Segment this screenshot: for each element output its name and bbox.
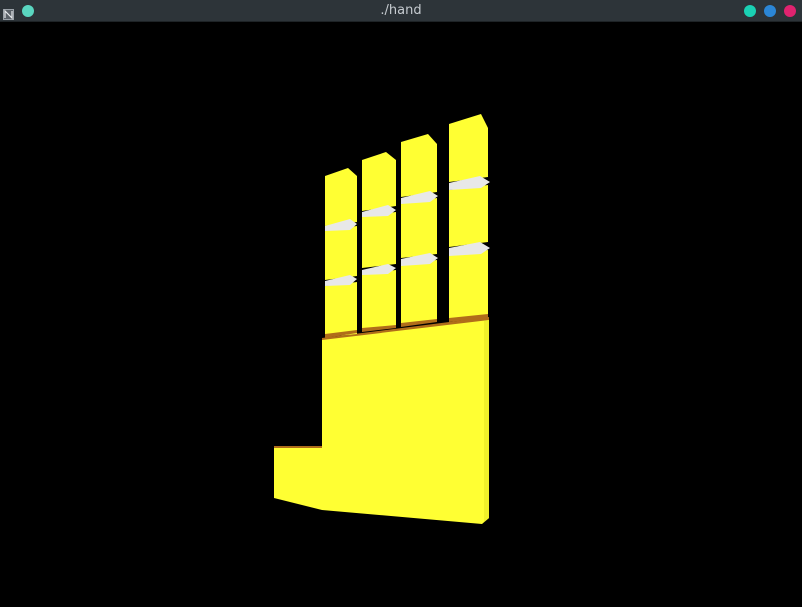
palm-side	[484, 320, 489, 522]
finger-4-base	[449, 250, 488, 320]
finger-3-tip	[401, 134, 437, 197]
minimize-button[interactable]	[744, 5, 756, 17]
finger-2-base	[362, 270, 396, 330]
finger-4-middle	[449, 185, 488, 247]
finger-3-base	[401, 260, 437, 325]
finger-1-base	[325, 282, 357, 337]
finger-2	[362, 152, 396, 332]
finger-3-middle	[401, 198, 437, 258]
palm	[322, 320, 489, 524]
title-bar[interactable]: ./hand	[0, 0, 802, 22]
maximize-button[interactable]	[764, 5, 776, 17]
finger-4-tip	[449, 114, 488, 182]
finger-1	[325, 168, 357, 338]
finger-3	[401, 134, 438, 327]
hand-scene	[274, 114, 490, 524]
window-title: ./hand	[380, 3, 422, 18]
finger-2-middle	[362, 212, 396, 268]
thumb-base	[274, 448, 322, 510]
finger-2-tip	[362, 152, 396, 211]
close-button[interactable]	[784, 5, 796, 17]
finger-4	[449, 114, 490, 322]
opengl-canvas[interactable]	[0, 22, 802, 607]
finger-1-middle	[325, 226, 357, 280]
finger-1-tip	[325, 168, 357, 226]
application-window: ./hand	[0, 0, 802, 607]
